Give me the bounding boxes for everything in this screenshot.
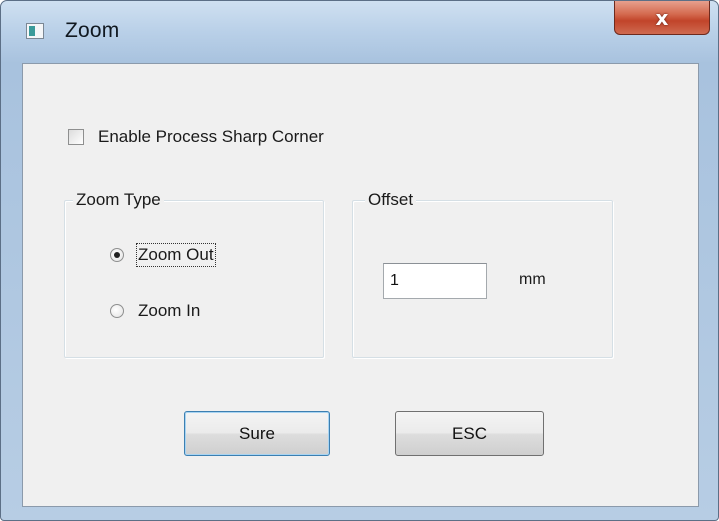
- zoom-out-label: Zoom Out: [136, 243, 216, 267]
- close-button[interactable]: x: [614, 1, 710, 35]
- window-title: Zoom: [65, 19, 120, 42]
- offset-group: Offset mm: [352, 190, 613, 358]
- esc-button[interactable]: ESC: [395, 411, 544, 456]
- title-bar[interactable]: Zoom x: [1, 1, 718, 59]
- sharp-corner-checkbox[interactable]: [68, 129, 84, 145]
- close-icon: x: [655, 5, 669, 30]
- zoom-in-option[interactable]: Zoom In: [110, 301, 200, 321]
- zoom-type-legend: Zoom Type: [73, 190, 164, 210]
- offset-unit-label: mm: [519, 271, 546, 288]
- zoom-in-radio[interactable]: [110, 304, 124, 318]
- zoom-type-group: Zoom Type Zoom Out Zoom In: [64, 190, 324, 358]
- sharp-corner-option[interactable]: Enable Process Sharp Corner: [68, 126, 324, 148]
- offset-legend: Offset: [365, 190, 417, 210]
- sure-button[interactable]: Sure: [184, 411, 330, 456]
- zoom-out-radio[interactable]: [110, 248, 124, 262]
- zoom-out-option[interactable]: Zoom Out: [110, 243, 216, 267]
- sharp-corner-label: Enable Process Sharp Corner: [98, 127, 324, 146]
- offset-input[interactable]: [383, 263, 487, 299]
- zoom-dialog-window: Zoom x Enable Process Sharp Corner Zoom …: [0, 0, 719, 521]
- zoom-in-label: Zoom In: [138, 301, 201, 320]
- window-app-icon: [26, 23, 44, 39]
- dialog-client-area: Enable Process Sharp Corner Zoom Type Zo…: [22, 63, 699, 507]
